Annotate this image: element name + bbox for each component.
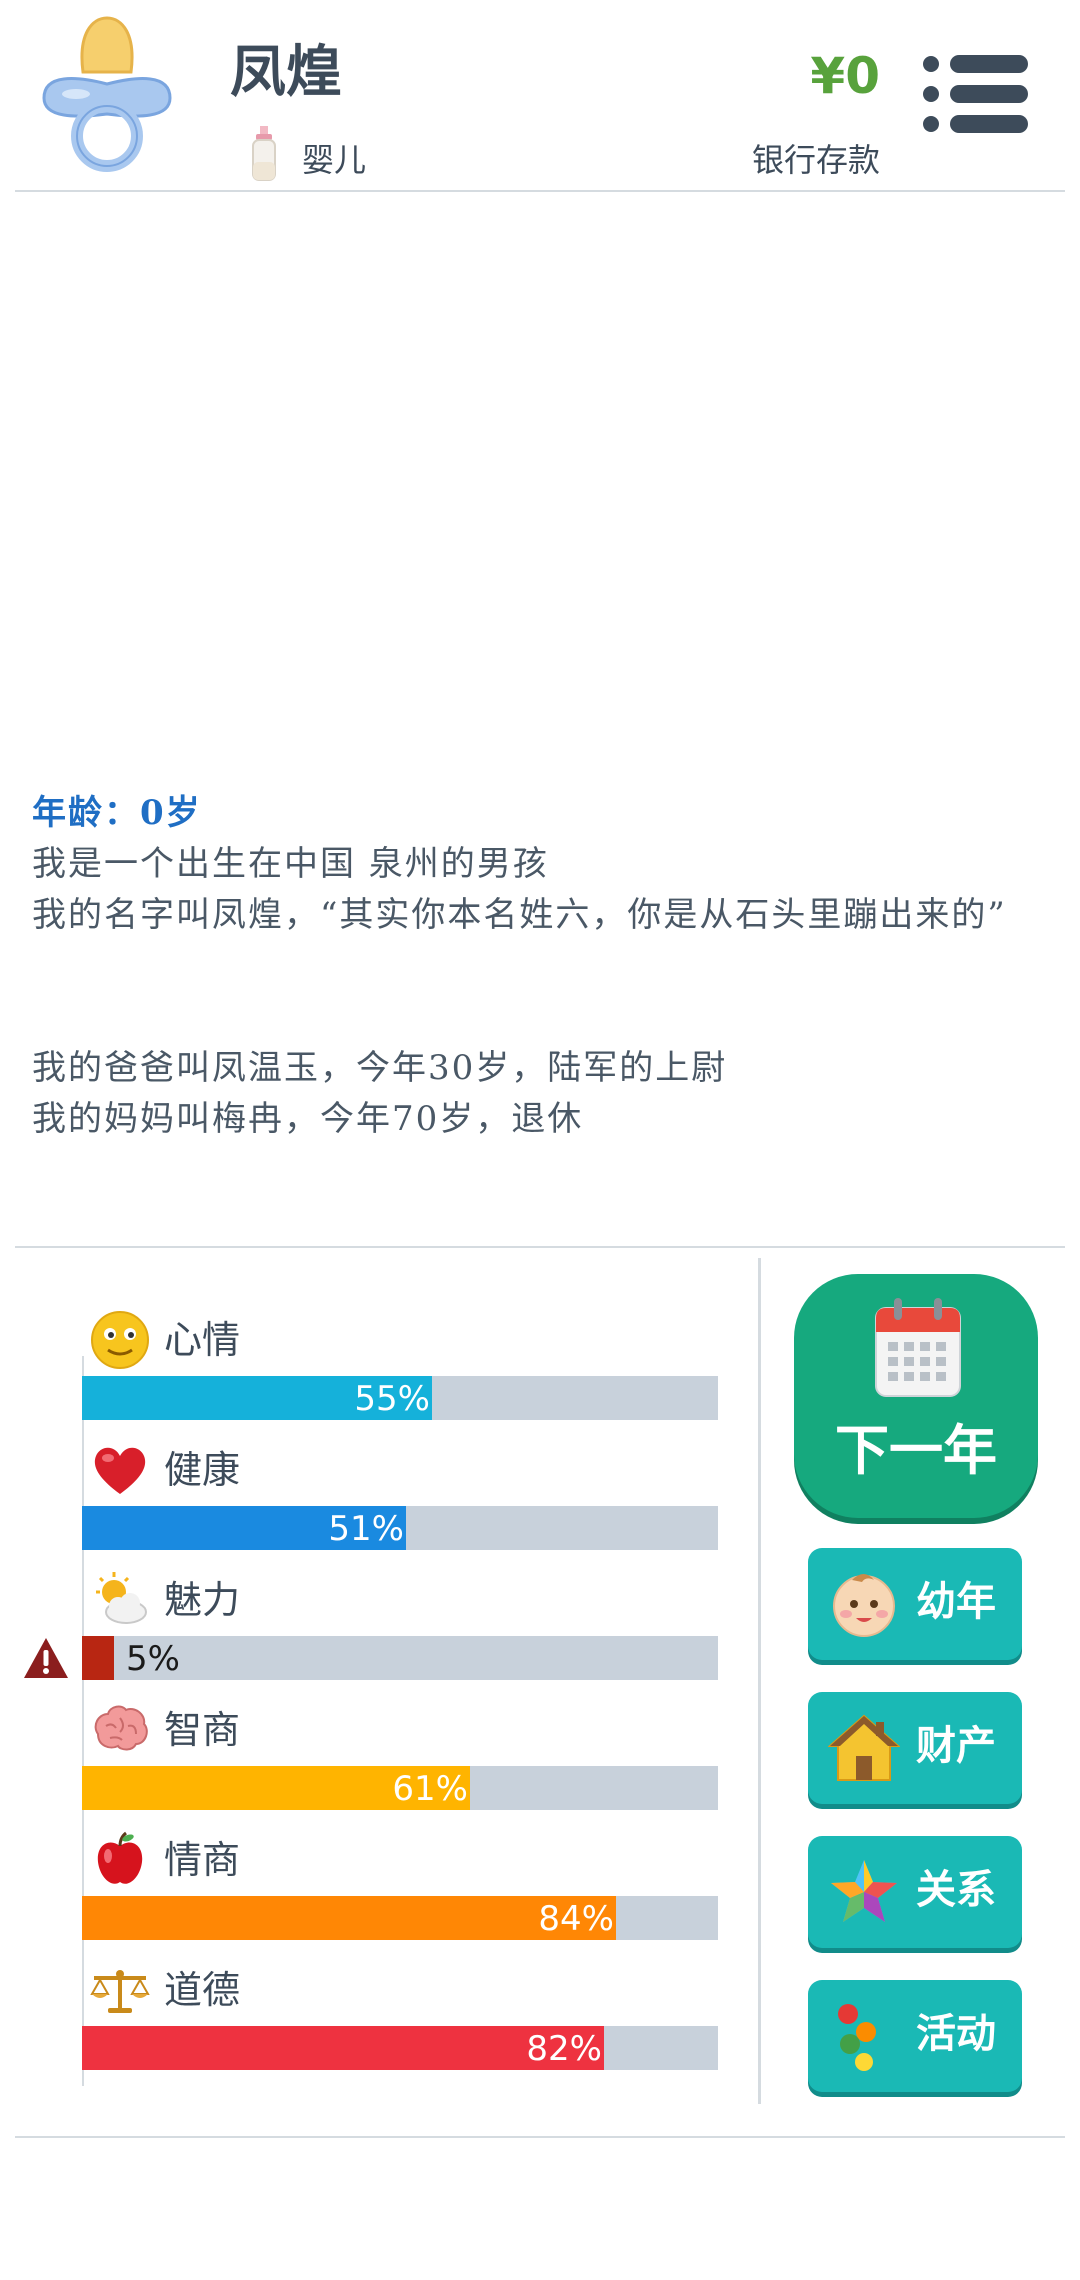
smiley-icon xyxy=(90,1310,150,1370)
stat-bar-fill xyxy=(82,1636,114,1680)
stat-bar-track: 61% xyxy=(82,1766,718,1810)
stat-bar-track: 84% xyxy=(82,1896,718,1940)
calendar-icon xyxy=(872,1296,964,1400)
bank-balance: ¥0 xyxy=(810,47,880,105)
pacifier-avatar-icon xyxy=(36,14,178,176)
stat-charm: 魅力 5% xyxy=(82,1570,718,1700)
relations-label: 关系 xyxy=(916,1867,996,1913)
story-line: 我的爸爸叫凤温玉，今年30岁，陆军的上尉 xyxy=(32,1048,728,1088)
age-line: 年龄：0岁 xyxy=(32,793,202,833)
stat-bar-track: 5% xyxy=(82,1636,718,1680)
life-story-log: 年龄：0岁 我是一个出生在中国 泉州的男孩 我的名字叫凤煌，“其实你本名姓六，你… xyxy=(32,788,1052,1145)
stat-eq: 情商 84% xyxy=(82,1830,718,1960)
stat-percent: 5% xyxy=(126,1639,180,1679)
star-icon xyxy=(828,1856,900,1928)
bank-balance-label: 银行存款 xyxy=(751,141,880,179)
stat-label: 魅力 xyxy=(164,1578,241,1622)
stat-percent: 55% xyxy=(354,1379,430,1419)
activities-label: 活动 xyxy=(916,2011,996,2057)
apple-icon xyxy=(90,1830,150,1890)
childhood-button[interactable]: 幼年 xyxy=(808,1548,1022,1660)
assets-label: 财产 xyxy=(916,1723,996,1769)
stat-health: 健康 51% xyxy=(82,1440,718,1570)
player-name: 凤煌 xyxy=(230,40,342,105)
brain-icon xyxy=(90,1700,150,1760)
sun-cloud-icon xyxy=(90,1570,150,1630)
dots-icon xyxy=(828,2000,900,2072)
menu-button[interactable] xyxy=(920,52,1030,136)
stat-percent: 84% xyxy=(538,1899,614,1939)
story-divider xyxy=(15,1246,1065,1248)
stat-bar-track: 55% xyxy=(82,1376,718,1420)
house-icon xyxy=(827,1712,901,1784)
header-divider xyxy=(15,190,1065,192)
life-stage-label: 婴儿 xyxy=(302,141,367,179)
childhood-label: 幼年 xyxy=(916,1579,996,1625)
warning-icon xyxy=(22,1636,70,1680)
stats-column-separator xyxy=(758,1258,761,2104)
baby-bottle-icon xyxy=(250,124,278,182)
stat-bar-fill xyxy=(82,1896,616,1940)
story-line: 我的妈妈叫梅冉，今年70岁，退休 xyxy=(32,1099,584,1139)
next-year-label: 下一年 xyxy=(835,1419,997,1482)
stat-mood: 心情 55% xyxy=(82,1310,718,1440)
stat-iq: 智商 61% xyxy=(82,1700,718,1830)
stat-percent: 82% xyxy=(526,2029,602,2069)
stat-percent: 51% xyxy=(328,1509,404,1549)
assets-button[interactable]: 财产 xyxy=(808,1692,1022,1804)
baby-face-icon xyxy=(828,1568,900,1640)
bottom-divider xyxy=(15,2136,1065,2138)
heart-icon xyxy=(90,1440,150,1500)
story-line: 我是一个出生在中国 泉州的男孩 xyxy=(32,844,549,884)
relations-button[interactable]: 关系 xyxy=(808,1836,1022,1948)
scales-icon xyxy=(90,1960,150,2020)
hamburger-menu-icon xyxy=(923,55,1028,133)
stat-label: 健康 xyxy=(164,1448,241,1492)
next-year-button[interactable]: 下一年 xyxy=(794,1274,1038,1518)
activities-button[interactable]: 活动 xyxy=(808,1980,1022,2092)
stat-label: 道德 xyxy=(164,1968,241,2012)
stat-percent: 61% xyxy=(392,1769,468,1809)
stat-label: 情商 xyxy=(164,1838,241,1882)
stat-bar-track: 82% xyxy=(82,2026,718,2070)
story-line: 我的名字叫凤煌，“其实你本名姓六，你是从石头里蹦出来的” xyxy=(32,895,1007,935)
stat-label: 心情 xyxy=(164,1318,241,1362)
stat-morality: 道德 82% xyxy=(82,1960,718,2090)
stat-label: 智商 xyxy=(164,1708,241,1752)
stat-bar-track: 51% xyxy=(82,1506,718,1550)
